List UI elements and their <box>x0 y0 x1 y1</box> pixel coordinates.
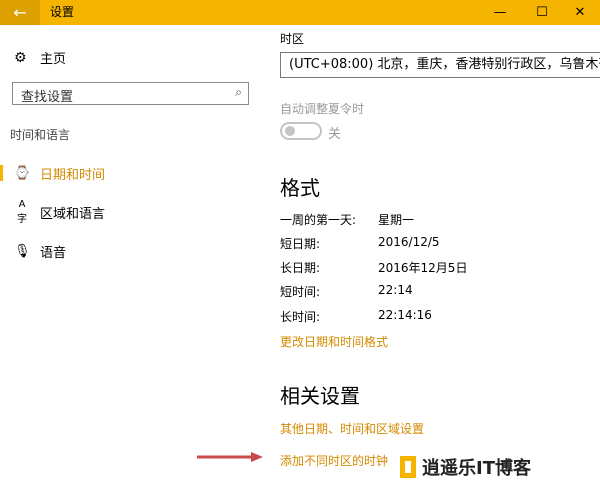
sidebar-item-region-language[interactable]: A字 区域和语言 <box>0 199 262 225</box>
timezone-label: 时区 <box>280 32 305 46</box>
format-key: 长时间: <box>280 310 321 324</box>
close-button[interactable]: ✕ <box>560 0 600 25</box>
toggle-knob <box>285 126 295 136</box>
other-region-settings-link[interactable]: 其他日期、时间和区域设置 <box>280 420 424 437</box>
format-value: 星期一 <box>378 213 415 227</box>
sidebar-item-speech[interactable]: 🎙 语音 <box>0 239 262 263</box>
back-button[interactable]: ← <box>0 0 40 25</box>
format-value: 2016年12月5日 <box>378 261 468 275</box>
search-placeholder: 查找设置 <box>21 90 74 105</box>
related-settings-heading: 相关设置 <box>280 384 360 408</box>
sidebar-item-label: 语音 <box>40 245 67 261</box>
search-input[interactable]: 查找设置 ⌕ <box>12 82 249 105</box>
format-key: 短日期: <box>280 237 321 251</box>
maximize-button[interactable]: ☐ <box>522 0 562 25</box>
format-row: 短日期: 2016/12/5 <box>280 235 590 253</box>
format-row: 一周的第一天: 星期一 <box>280 211 590 229</box>
sidebar-item-label: 区域和语言 <box>40 206 106 222</box>
watermark-logo: 逍遥乐IT博客 <box>400 456 532 479</box>
sidebar-item-date-time[interactable]: ⌚ 日期和时间 <box>0 161 262 185</box>
annotation-arrow-icon <box>197 452 263 462</box>
close-icon: ✕ <box>574 5 586 20</box>
dst-label: 自动调整夏令时 <box>280 102 365 116</box>
format-heading: 格式 <box>280 176 320 200</box>
format-row: 长时间: 22:14:16 <box>280 308 590 326</box>
format-value: 22:14 <box>378 283 413 297</box>
format-row: 长日期: 2016年12月5日 <box>280 259 590 277</box>
microphone-icon: 🎙 <box>14 243 31 259</box>
language-icon: A字 <box>17 199 27 225</box>
dst-toggle[interactable] <box>280 122 322 140</box>
format-key: 短时间: <box>280 285 321 299</box>
maximize-icon: ☐ <box>536 5 548 20</box>
gear-icon: ⚙ <box>14 49 27 66</box>
sidebar-home-label: 主页 <box>40 52 67 67</box>
timezone-select[interactable]: (UTC+08:00) 北京，重庆，香港特别行政区，乌鲁木齐 <box>280 52 600 78</box>
minimize-icon: — <box>493 5 507 20</box>
sidebar: ⚙ 主页 查找设置 ⌕ 时间和语言 ⌚ 日期和时间 A字 区域和语言 🎙 语音 <box>0 25 262 488</box>
logo-text: 逍遥乐IT博客 <box>422 457 532 479</box>
sidebar-home[interactable]: ⚙ 主页 <box>14 48 67 68</box>
format-value: 2016/12/5 <box>378 235 440 249</box>
format-key: 一周的第一天: <box>280 213 357 227</box>
search-icon[interactable]: ⌕ <box>235 85 242 100</box>
format-key: 长日期: <box>280 261 321 275</box>
minimize-button[interactable]: — <box>480 0 520 25</box>
change-format-link[interactable]: 更改日期和时间格式 <box>280 333 388 350</box>
back-arrow-icon: ← <box>13 3 27 22</box>
add-clock-link[interactable]: 添加不同时区的时钟 <box>280 452 388 469</box>
sidebar-item-label: 日期和时间 <box>40 167 106 183</box>
active-indicator <box>0 165 3 181</box>
title-bar: ← 设置 — ☐ ✕ <box>0 0 600 25</box>
format-row: 短时间: 22:14 <box>280 283 590 301</box>
main-content: 时区 (UTC+08:00) 北京，重庆，香港特别行政区，乌鲁木齐 自动调整夏令… <box>262 25 600 488</box>
clock-calendar-icon: ⌚ <box>14 165 31 181</box>
window-title: 设置 <box>50 5 75 19</box>
format-value: 22:14:16 <box>378 308 432 322</box>
dst-toggle-state: 关 <box>328 127 342 142</box>
sidebar-section-title: 时间和语言 <box>10 128 71 142</box>
